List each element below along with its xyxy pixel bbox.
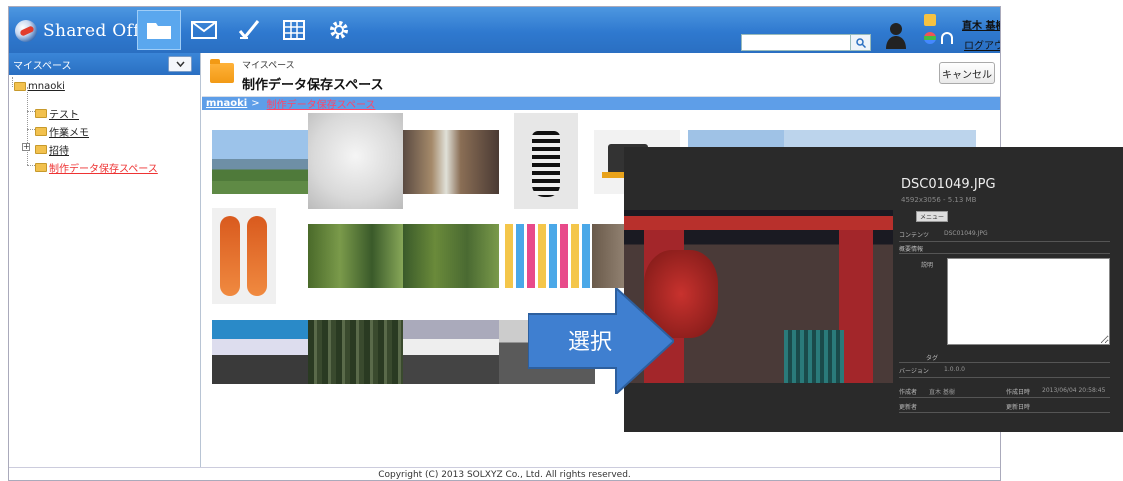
- search-field: [741, 34, 871, 51]
- preview-file-meta: 4592x3056 - 5.13 MB: [901, 196, 977, 204]
- sidebar-header: マイスペース: [9, 53, 200, 75]
- preview-version-value: 1.0.0.0: [944, 366, 965, 373]
- nav-folder-button[interactable]: [137, 10, 181, 50]
- chevron-down-icon: [175, 61, 185, 67]
- photo-thumbnail[interactable]: [308, 320, 404, 384]
- search-input[interactable]: [742, 35, 850, 50]
- photo-thumbnail[interactable]: [212, 208, 276, 304]
- photo-thumbnail[interactable]: [505, 224, 591, 288]
- cancel-button[interactable]: キャンセル: [939, 62, 995, 84]
- gear-icon: [330, 21, 348, 39]
- preview-created-value: 2013/06/04 20:58:45: [1042, 387, 1106, 394]
- annotation-label: 選択: [568, 330, 612, 355]
- grid-icon: [283, 20, 305, 40]
- sidebar-title: マイスペース: [13, 61, 72, 72]
- sidebar-toggle-button[interactable]: [168, 56, 192, 72]
- search-button[interactable]: [850, 35, 870, 50]
- preview-creator-label: 作成者: [899, 389, 918, 396]
- shoe-shape: [220, 216, 240, 296]
- breadcrumb-current-link[interactable]: 制作データ保存スペース: [267, 96, 376, 111]
- user-name-link[interactable]: 直木 基樹: [962, 17, 1000, 32]
- header-bar: Shared Office 直木 基樹 ログアウト: [9, 7, 1000, 53]
- photo-thumbnail[interactable]: [403, 320, 499, 384]
- folder-icon: [35, 163, 47, 172]
- nav-mail-button[interactable]: [182, 10, 226, 50]
- photo-thumbnail[interactable]: [308, 224, 404, 288]
- folder-icon: [210, 59, 234, 83]
- photo-thumbnail[interactable]: [308, 113, 403, 209]
- preview-description-field[interactable]: [947, 258, 1110, 345]
- notice-icon[interactable]: [924, 14, 936, 26]
- nav-settings-button[interactable]: [317, 10, 361, 50]
- folder-icon: [35, 109, 47, 118]
- preview-updater-label: 更新者: [899, 404, 918, 411]
- tree-item-memo[interactable]: 作業メモ: [35, 124, 89, 139]
- breadcrumb: mnaoki > 制作データ保存スペース: [202, 96, 1000, 111]
- dress-shape: [532, 131, 560, 197]
- page-subtitle: マイスペース: [242, 61, 295, 71]
- page-title: 制作データ保存スペース: [242, 78, 384, 93]
- nav-grid-button[interactable]: [272, 10, 316, 50]
- preview-file-name: DSC01049.JPG: [901, 177, 996, 192]
- page-header: マイスペース 制作データ保存スペース キャンセル: [202, 53, 1000, 97]
- breadcrumb-root-link[interactable]: mnaoki: [206, 98, 247, 109]
- stack-icon[interactable]: [924, 32, 936, 44]
- page: Shared Office 直木 基樹 ログアウト: [0, 0, 1123, 481]
- photo-thumbnail[interactable]: [212, 320, 308, 384]
- photo-thumbnail[interactable]: [514, 113, 578, 209]
- selection-arrow: 選択: [528, 288, 674, 394]
- tree-item-label: 作業メモ: [49, 128, 89, 139]
- folder-icon: [35, 145, 47, 154]
- preview-section-label: 概要情報: [899, 246, 924, 253]
- support-icon[interactable]: [941, 32, 953, 44]
- preview-description-label: 説明: [921, 262, 934, 269]
- shoe-shape: [247, 216, 267, 296]
- folder-icon: [14, 82, 26, 91]
- tree-item-label: テスト: [49, 110, 79, 121]
- preview-content-value: DSC01049.JPG: [944, 230, 988, 237]
- photo-thumbnail[interactable]: [403, 224, 499, 288]
- tree-item-invite[interactable]: 招待: [35, 142, 69, 157]
- preview-content-label: コンテンツ: [899, 232, 930, 239]
- mail-icon: [191, 21, 217, 39]
- search-icon: [855, 37, 866, 48]
- preview-creator-value: 直木 基樹: [929, 389, 955, 396]
- preview-menu-button[interactable]: メニュー: [916, 211, 948, 222]
- photo-thumbnail[interactable]: [212, 130, 308, 194]
- tree-item-label: 制作データ保存スペース: [49, 164, 158, 175]
- fence-shape: [784, 330, 844, 383]
- tree-item-label: mnaoki: [28, 81, 65, 92]
- footer: Copyright (C) 2013 SOLXYZ Co., Ltd. All …: [9, 467, 1000, 480]
- preview-panel: DSC01049.JPG 4592x3056 - 5.13 MB メニュー コン…: [624, 147, 1123, 432]
- tree-item-label: 招待: [49, 146, 69, 157]
- pillar-shape: [839, 216, 873, 383]
- folder-icon: [35, 127, 47, 136]
- beam-shape: [624, 216, 893, 230]
- tree-item-root[interactable]: mnaoki: [14, 81, 65, 92]
- logo-icon: [15, 20, 37, 42]
- breadcrumb-separator: >: [251, 98, 260, 109]
- tree-item-test[interactable]: テスト: [35, 106, 79, 121]
- logout-link[interactable]: ログアウト: [964, 37, 1000, 52]
- user-avatar-icon[interactable]: [885, 21, 907, 49]
- nav-pen-button[interactable]: [227, 10, 271, 50]
- tree-item-selected[interactable]: 制作データ保存スペース: [35, 160, 158, 175]
- sidebar: マイスペース + mnaoki テスト 作業メモ 招待 制作データ保存スペース: [9, 53, 201, 467]
- folder-icon: [147, 23, 171, 39]
- preview-tag-label: タグ: [926, 355, 939, 362]
- photo-thumbnail[interactable]: [403, 130, 499, 194]
- expand-icon[interactable]: +: [22, 143, 30, 151]
- pen-icon: [238, 20, 260, 40]
- preview-version-label: バージョン: [899, 368, 929, 375]
- preview-updated-label: 更新日時: [1006, 404, 1031, 411]
- preview-created-label: 作成日時: [1006, 389, 1031, 396]
